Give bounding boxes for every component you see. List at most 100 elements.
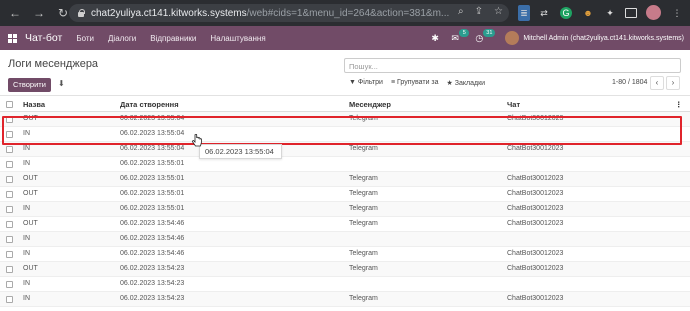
cell-created: 06.02.2023 13:55:01 xyxy=(120,160,185,167)
grammar-extension-icon[interactable]: G xyxy=(560,7,572,19)
cell-messenger: Telegram xyxy=(349,190,378,197)
table-row[interactable]: OUT 06.02.2023 13:55:01 Telegram ChatBot300… xyxy=(0,187,690,202)
favorites-label: Закладки xyxy=(454,80,486,87)
profile-avatar[interactable] xyxy=(646,5,661,20)
search-input[interactable]: Пошук... xyxy=(344,58,681,73)
extensions-puzzle-icon[interactable]: ✦ xyxy=(604,5,616,21)
app-title[interactable]: Чат-бот xyxy=(25,32,62,44)
row-checkbox[interactable] xyxy=(6,296,13,303)
breadcrumb: Логи месенджера xyxy=(8,58,99,70)
activity-badge: 31 xyxy=(483,28,496,37)
share-icon[interactable]: ⇪ xyxy=(475,6,483,17)
app-navbar: Чат-бот Боти Діалоги Відправники Налашту… xyxy=(0,26,690,50)
column-name[interactable]: Назва xyxy=(23,100,45,109)
menu-settings[interactable]: Налаштування xyxy=(210,34,265,43)
table-row[interactable]: IN 06.02.2023 13:54:23 Telegram ChatBot3001… xyxy=(0,292,690,307)
row-checkbox[interactable] xyxy=(6,221,13,228)
zoom-icon[interactable]: ⌕ xyxy=(458,6,464,17)
filter-icon: ▼ xyxy=(349,79,358,86)
hand-cursor-icon xyxy=(192,134,202,147)
cell-created: 06.02.2023 13:54:23 xyxy=(120,265,185,272)
cell-created: 06.02.2023 13:55:01 xyxy=(120,190,185,197)
cell-name: OUT xyxy=(23,175,38,182)
filters-button[interactable]: ▼ Фільтри xyxy=(349,79,383,87)
row-checkbox[interactable] xyxy=(6,146,13,153)
menu-senders[interactable]: Відправники xyxy=(150,34,196,43)
pager-next-icon[interactable]: › xyxy=(666,76,680,90)
forward-icon[interactable]: → xyxy=(30,6,48,20)
filters-label: Фільтри xyxy=(357,79,383,86)
url-text: chat2yuliya.ct141.kitworks.systems/web#c… xyxy=(91,8,449,19)
cell-created: 06.02.2023 13:54:23 xyxy=(120,295,185,302)
cell-name: IN xyxy=(23,205,30,212)
debug-icon[interactable]: ✱ xyxy=(431,33,447,44)
cell-created: 06.02.2023 13:54:23 xyxy=(120,280,185,287)
table-row[interactable]: IN 06.02.2023 13:54:23 xyxy=(0,277,690,292)
row-checkbox[interactable] xyxy=(6,176,13,183)
cell-messenger: Telegram xyxy=(349,265,378,272)
browser-toolbar: ← → ↻ chat2yuliya.ct141.kitworks.systems… xyxy=(0,0,690,26)
pager-value[interactable]: 1-80 / 1804 xyxy=(612,79,647,86)
table-row[interactable]: OUT 06.02.2023 13:54:46 Telegram ChatBot300… xyxy=(0,217,690,232)
cell-messenger: Telegram xyxy=(349,250,378,257)
table-row[interactable]: OUT 06.02.2023 13:54:23 Telegram ChatBot300… xyxy=(0,262,690,277)
cell-messenger: Telegram xyxy=(349,145,378,152)
apps-menu-icon[interactable] xyxy=(8,33,17,43)
group-by-button[interactable]: ≡ Групувати за xyxy=(391,79,439,87)
cell-created: 06.02.2023 13:55:01 xyxy=(120,205,185,212)
cell-name: IN xyxy=(23,160,30,167)
column-chat[interactable]: Чат xyxy=(507,100,520,109)
pager-previous-icon[interactable]: ‹ xyxy=(650,76,664,90)
cell-messenger: Telegram xyxy=(349,175,378,182)
more-menu-icon[interactable]: ⋮ xyxy=(672,5,682,21)
table-row[interactable]: IN 06.02.2023 13:54:46 xyxy=(0,232,690,247)
back-icon[interactable]: ← xyxy=(6,6,24,20)
cell-chat: ChatBot30012023 xyxy=(507,175,564,182)
avatar[interactable] xyxy=(505,31,520,45)
cell-chat: ChatBot30012023 xyxy=(507,250,564,257)
cell-messenger: Telegram xyxy=(349,220,378,227)
menu-dialogs[interactable]: Діалоги xyxy=(108,34,136,43)
translate-icon[interactable]: ⇄ xyxy=(538,5,550,21)
cell-name: IN xyxy=(23,145,30,152)
cell-name: IN xyxy=(23,250,30,257)
emoji-extension-icon[interactable]: ☻ xyxy=(582,5,594,21)
column-created[interactable]: Дата створення xyxy=(120,100,179,109)
table-row[interactable]: OUT 06.02.2023 13:55:01 Telegram ChatBot300… xyxy=(0,172,690,187)
bookmark-star-icon[interactable]: ☆ xyxy=(494,6,503,17)
row-checkbox[interactable] xyxy=(6,161,13,168)
cell-name: IN xyxy=(23,235,30,242)
table-row[interactable]: IN 06.02.2023 13:54:46 Telegram ChatBot3001… xyxy=(0,247,690,262)
create-button[interactable]: Створити xyxy=(8,78,51,92)
row-checkbox[interactable] xyxy=(6,191,13,198)
messages-icon[interactable]: ✉ 5 xyxy=(451,28,471,44)
activity-icon[interactable]: ◷ 31 xyxy=(475,28,497,44)
user-name[interactable]: Mitchell Admin (chat2yuliya.ct141.kitwor… xyxy=(523,35,684,42)
row-checkbox[interactable] xyxy=(6,236,13,243)
cell-messenger: Telegram xyxy=(349,205,378,212)
cell-chat: ChatBot30012023 xyxy=(507,265,564,272)
favorites-button[interactable]: ★ Закладки xyxy=(447,79,486,87)
address-bar-actions: ⌕ ⇪ ☆ xyxy=(458,6,503,17)
search-options: ▼ Фільтри ≡ Групувати за ★ Закладки xyxy=(349,79,485,87)
cell-name: IN xyxy=(23,295,30,302)
row-checkbox[interactable] xyxy=(6,251,13,258)
column-settings-icon[interactable]: ⋮ xyxy=(675,100,683,109)
address-bar[interactable]: chat2yuliya.ct141.kitworks.systems/web#c… xyxy=(69,4,509,22)
row-checkbox[interactable] xyxy=(6,266,13,273)
row-checkbox[interactable] xyxy=(6,281,13,288)
table-row[interactable]: IN 06.02.2023 13:55:01 xyxy=(0,157,690,172)
cell-chat: ChatBot30012023 xyxy=(507,220,564,227)
cell-created: 06.02.2023 13:55:04 xyxy=(120,145,185,152)
tab-search-icon[interactable] xyxy=(625,8,637,18)
column-messenger[interactable]: Месенджер xyxy=(349,100,391,109)
row-checkbox[interactable] xyxy=(6,206,13,213)
select-all-checkbox[interactable] xyxy=(6,101,13,108)
lock-icon xyxy=(77,9,85,17)
extension-icon[interactable]: ≣ xyxy=(518,5,530,21)
menu-bots[interactable]: Боти xyxy=(76,34,94,43)
table-row[interactable]: IN 06.02.2023 13:55:01 Telegram ChatBot3001… xyxy=(0,202,690,217)
cell-name: OUT xyxy=(23,265,38,272)
download-icon[interactable]: ⬇ xyxy=(58,79,65,88)
tooltip: 06.02.2023 13:55:04 xyxy=(199,144,282,159)
